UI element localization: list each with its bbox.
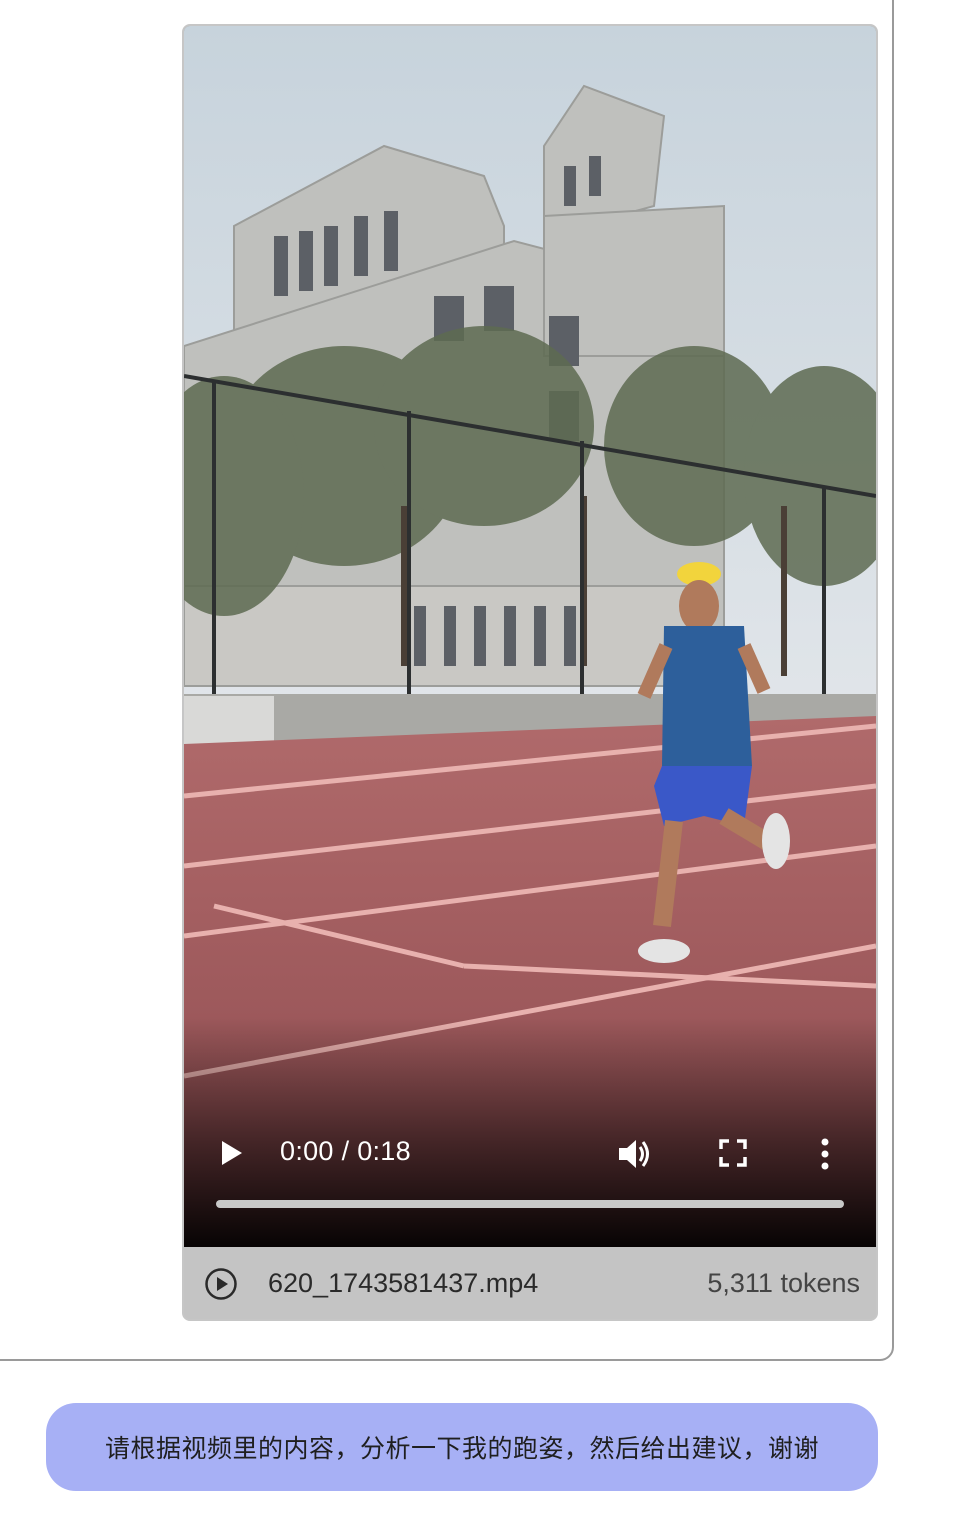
attachment-info-bar: 620_1743581437.mp4 5,311 tokens (184, 1247, 876, 1319)
volume-icon[interactable] (616, 1136, 654, 1172)
time-separator: / (341, 1136, 350, 1166)
play-circle-icon[interactable] (204, 1267, 238, 1301)
fullscreen-icon[interactable] (718, 1138, 748, 1168)
play-icon[interactable] (218, 1138, 246, 1168)
duration: 0:18 (357, 1136, 411, 1166)
time-display: 0:00 / 0:18 (280, 1136, 411, 1167)
video-progress-bar[interactable] (216, 1200, 844, 1208)
current-time: 0:00 (280, 1136, 334, 1166)
video-attachment-card: 0:00 / 0:18 620_1743581437.mp4 5,311 tok… (182, 24, 878, 1321)
file-name: 620_1743581437.mp4 (268, 1268, 539, 1298)
prompt-text: 请根据视频里的内容，分析一下我的跑姿，然后给出建议，谢谢 (104, 1435, 819, 1463)
more-options-icon[interactable] (818, 1136, 832, 1172)
video-controls: 0:00 / 0:18 (184, 1124, 876, 1184)
video-player[interactable]: 0:00 / 0:18 (184, 26, 876, 1247)
user-prompt-bubble: 请根据视频里的内容，分析一下我的跑姿，然后给出建议，谢谢 (46, 1403, 878, 1491)
token-count: 5,311 tokens (707, 1268, 860, 1298)
